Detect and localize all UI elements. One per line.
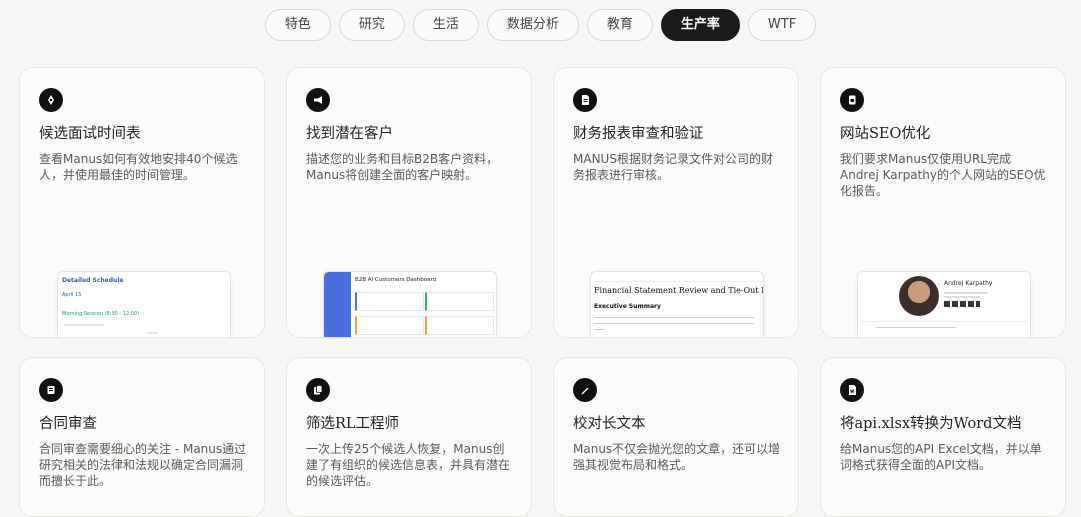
use-case-card-financial-review[interactable]: 财务报表审查和验证 MANUS根据财务记录文件对公司的财务报表进行审核。 Fin…: [553, 67, 799, 338]
megaphone-icon: [306, 88, 330, 112]
tab-wtf[interactable]: WTF: [747, 9, 817, 41]
document-icon: [573, 88, 597, 112]
card-preview-image: B2B AI Customers Dashboard: [323, 271, 497, 337]
card-description: Manus不仅会抛光您的文章，还可以增强其视觉布局和格式。: [573, 442, 781, 472]
page-icon: [840, 88, 864, 112]
category-tabs: 特色 研究 生活 数据分析 教育 生产率 WTF: [0, 9, 1081, 41]
word-doc-icon: [840, 378, 864, 402]
card-description: 我们要求Manus仅使用URL完成Andrej Karpathy的个人网站的SE…: [840, 152, 1046, 198]
compass-icon: [39, 88, 63, 112]
tab-research[interactable]: 研究: [338, 9, 405, 41]
tab-education[interactable]: 教育: [586, 9, 653, 41]
avatar: [899, 276, 939, 316]
edit-icon: [39, 378, 63, 402]
card-title: 网站SEO优化: [840, 126, 931, 142]
card-description: 合同审查需要细心的关注 - Manus通过研究相关的法律和法规以确定合同漏洞而擅…: [39, 442, 247, 488]
card-title: 候选面试时间表: [39, 126, 141, 142]
use-case-card-api-to-word[interactable]: 将api.xlsx转换为Word文档 给Manus您的API Excel文档，并…: [820, 357, 1066, 517]
preview-heading: Detailed Schedule: [62, 277, 124, 284]
preview-heading: B2B AI Customers Dashboard: [355, 277, 437, 283]
pen-icon: [573, 378, 597, 402]
preview-subheading: Executive Summary: [594, 303, 661, 310]
card-description: 一次上传25个候选人恢复，Manus创建了有组织的候选信息表，并具有潜在的候选评…: [306, 442, 511, 488]
files-icon: [306, 378, 330, 402]
preview-name: Andrej Karpathy: [944, 280, 993, 287]
card-title: 将api.xlsx转换为Word文档: [840, 416, 1022, 432]
use-case-card-interview-schedule[interactable]: 候选面试时间表 查看Manus如何有效地安排40个候选人，并使用最佳的时间管理。…: [19, 67, 265, 338]
card-title: 找到潜在客户: [306, 126, 393, 142]
tab-features[interactable]: 特色: [264, 9, 331, 41]
card-preview-image: Financial Statement Review and Tie-Out R…: [590, 271, 764, 337]
tab-data-analysis[interactable]: 数据分析: [486, 9, 579, 41]
tab-productivity[interactable]: 生产率: [660, 9, 740, 41]
tab-life[interactable]: 生活: [412, 9, 479, 41]
preview-heading: Financial Statement Review and Tie-Out R…: [594, 286, 763, 295]
use-case-card-contract-review[interactable]: 合同审查 合同审查需要细心的关注 - Manus通过研究相关的法律和法规以确定合…: [19, 357, 265, 517]
use-case-card-find-leads[interactable]: 找到潜在客户 描述您的业务和目标B2B客户资料，Manus将创建全面的客户映射。…: [286, 67, 532, 338]
use-case-card-screen-rl-engineers[interactable]: 筛选RL工程师 一次上传25个候选人恢复，Manus创建了有组织的候选信息表，并…: [286, 357, 532, 517]
preview-sidebar: [324, 272, 351, 337]
card-preview-image: Andrej Karpathy: [857, 271, 1031, 337]
card-title: 合同审查: [39, 416, 97, 432]
preview-session: Morning Session (8:30 - 12:00): [62, 311, 140, 317]
card-description: 查看Manus如何有效地安排40个候选人，并使用最佳的时间管理。: [39, 152, 238, 182]
use-case-card-proofread-text[interactable]: 校对长文本 Manus不仅会抛光您的文章，还可以增强其视觉布局和格式。: [553, 357, 799, 517]
preview-date: April 15: [62, 292, 82, 298]
card-description: 描述您的业务和目标B2B客户资料，Manus将创建全面的客户映射。: [306, 152, 499, 182]
card-title: 财务报表审查和验证: [573, 126, 704, 142]
use-case-card-seo-optimization[interactable]: 网站SEO优化 我们要求Manus仅使用URL完成Andrej Karpathy…: [820, 67, 1066, 338]
card-title: 筛选RL工程师: [306, 416, 400, 432]
card-title: 校对长文本: [573, 416, 646, 432]
card-description: MANUS根据财务记录文件对公司的财务报表进行审核。: [573, 152, 773, 182]
card-preview-image: Detailed Schedule April 15 Morning Sessi…: [57, 271, 231, 337]
card-description: 给Manus您的API Excel文档，并以单词格式获得全面的API文档。: [840, 442, 1042, 472]
